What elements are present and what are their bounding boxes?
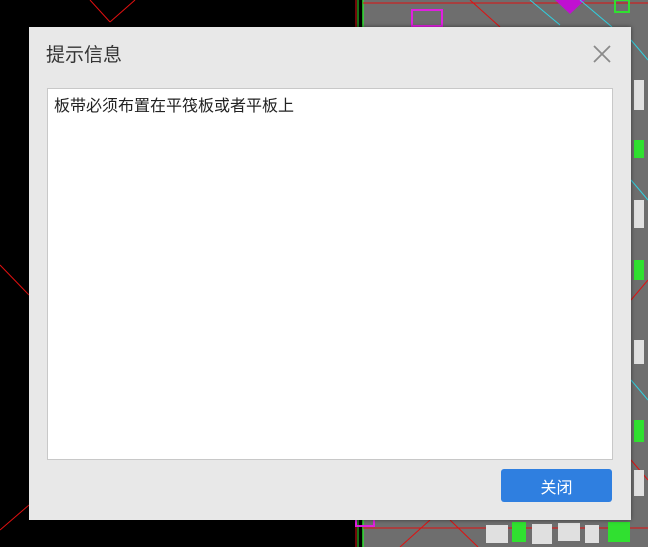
message-text: 板带必须布置在平筏板或者平板上 [54,96,295,115]
dialog-title: 提示信息 [46,44,123,66]
close-button[interactable]: 关闭 [501,469,612,502]
message-dialog: 提示信息 板带必须布置在平筏板或者平板上 关闭 [29,27,631,520]
close-icon[interactable] [591,43,613,65]
cad-workspace: 提示信息 板带必须布置在平筏板或者平板上 关闭 [0,0,648,547]
message-textbox[interactable]: 板带必须布置在平筏板或者平板上 [47,88,613,460]
